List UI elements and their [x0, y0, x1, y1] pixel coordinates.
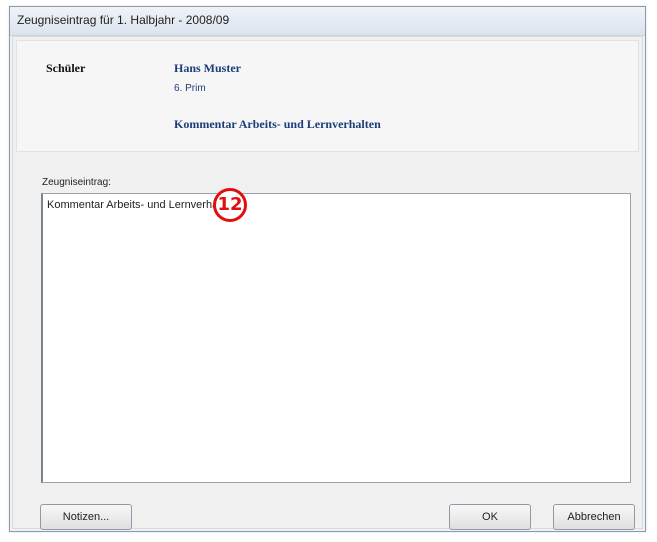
entry-field-label: Zeugniseintrag: [42, 177, 111, 188]
dialog-body: Schüler Hans Muster 6. Prim Kommentar Ar… [12, 36, 643, 530]
entry-type-title: Kommentar Arbeits- und Lernverhalten [174, 117, 381, 131]
student-name: Hans Muster [174, 61, 241, 75]
ok-button[interactable]: OK [449, 504, 531, 530]
student-header-panel: Schüler Hans Muster 6. Prim Kommentar Ar… [16, 40, 639, 152]
notes-button[interactable]: Notizen... [40, 504, 132, 530]
annotation-marker-12: 12 [213, 188, 247, 222]
report-entry-textarea[interactable]: Kommentar Arbeits- und Lernverhalten [41, 193, 631, 483]
student-label: Schüler [46, 61, 86, 75]
cancel-button[interactable]: Abbrechen [553, 504, 635, 530]
title-bar: Zeugniseintrag für 1. Halbjahr - 2008/09 [10, 7, 645, 36]
window-title: Zeugniseintrag für 1. Halbjahr - 2008/09 [17, 13, 230, 27]
dialog-window: Zeugniseintrag für 1. Halbjahr - 2008/09… [9, 6, 646, 532]
student-class: 6. Prim [174, 83, 206, 94]
